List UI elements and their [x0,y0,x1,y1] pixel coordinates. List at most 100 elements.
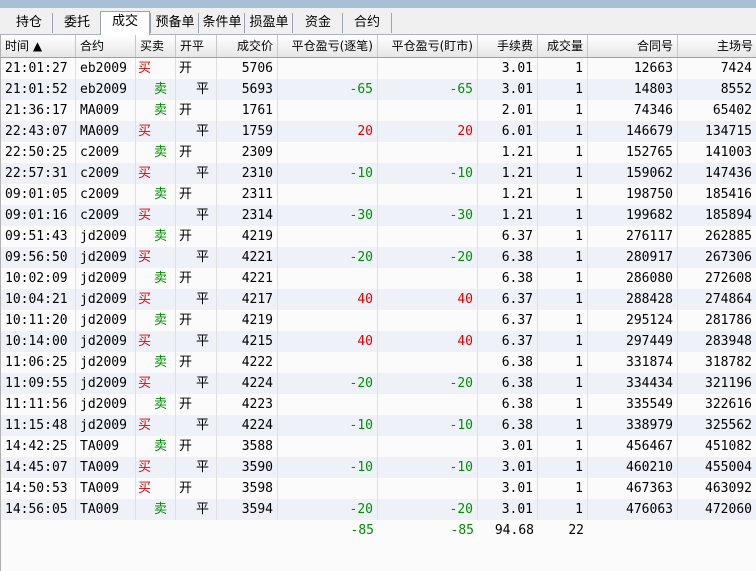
table-row[interactable]: 11:06:25 jd2009 卖开 4222 6.38 1 331874 318782 [1,352,756,373]
tab-conditional-orders[interactable]: 条件单 [198,13,245,33]
col-header-qty[interactable]: 成交量 [538,35,588,57]
cell-pnl-trade [278,58,378,79]
table-row[interactable]: 10:04:21 jd2009 买平 4217 40 40 6.37 1 288428 27486… [1,289,756,310]
cell-pnl-mark: -10 [378,457,478,478]
cell-main-no: 322616 [678,394,756,415]
cell-qty: 1 [538,394,588,415]
cell-contract-no: 286080 [588,268,678,289]
cell-pnl-mark [378,436,478,457]
cell-price: 4224 [217,373,278,394]
cell-contract-no: 14803 [588,79,678,100]
table-row[interactable]: 14:50:53 TA009 买开 3598 3.01 1 467363 463092 [1,478,756,499]
cell-qty: 1 [538,58,588,79]
table-row[interactable]: 22:43:07 MA009 买平 1759 20 20 6.01 1 146679 134715 [1,121,756,142]
cell-price: 1761 [217,100,278,121]
table-row[interactable]: 10:14:00 jd2009 买平 4215 40 40 6.37 1 297449 28394… [1,331,756,352]
cell-main-no: 274864 [678,289,756,310]
table-row[interactable]: 09:01:16 c2009 买平 2314 -30 -30 1.21 1 199682 1858… [1,205,756,226]
cell-time: 14:45:07 [1,457,76,478]
cell-pnl-mark: -65 [378,79,478,100]
tab-bar: 持仓 委托 成交 预备单 条件单 损盈单 资金 合约 [0,8,756,36]
cell-side: 买 [136,247,176,268]
cell-pnl-mark [378,142,478,163]
table-row[interactable]: 22:50:25 c2009 卖开 2309 1.21 1 152765 141003 [1,142,756,163]
tab-positions[interactable]: 持仓 [6,13,52,33]
cell-pnl-trade [278,226,378,247]
col-header-side[interactable]: 买卖 [136,35,176,57]
col-header-time[interactable]: 时间 ▲ [1,35,76,57]
table-row[interactable]: 11:11:56 jd2009 卖开 4223 6.38 1 335549 322616 [1,394,756,415]
cell-main-no: 272608 [678,268,756,289]
cell-open-close: 开 [176,100,217,121]
total-pnl-mark: -85 [450,523,474,538]
cell-contract: MA009 [76,100,136,121]
cell-side: 买 [136,373,176,394]
col-header-contract[interactable]: 合约 [76,35,136,57]
table-row[interactable]: 21:36:17 MA009 卖开 1761 2.01 1 74346 65402 [1,100,756,121]
table-row[interactable]: 09:01:05 c2009 卖开 2311 1.21 1 198750 185416 [1,184,756,205]
col-header-main-no[interactable]: 主场号 [678,35,756,57]
cell-pnl-trade [278,142,378,163]
cell-contract: jd2009 [76,268,136,289]
total-qty: 22 [568,523,584,538]
cell-price: 2309 [217,142,278,163]
cell-fee: 6.38 [478,247,538,268]
tab-contracts[interactable]: 合约 [342,13,392,33]
cell-fee: 3.01 [478,79,538,100]
col-header-contract-no[interactable]: 合同号 [588,35,678,57]
cell-contract: jd2009 [76,331,136,352]
cell-open-close: 平 [176,373,217,394]
table-row[interactable]: 14:45:07 TA009 买平 3590 -10 -10 3.01 1 460210 4550… [1,457,756,478]
cell-open-close: 平 [176,247,217,268]
cell-main-no: 7424 [678,58,756,79]
cell-fee: 6.37 [478,331,538,352]
table-row[interactable]: 22:57:31 c2009 买平 2310 -10 -10 1.21 1 159062 1474… [1,163,756,184]
cell-price: 3590 [217,457,278,478]
cell-fee: 3.01 [478,58,538,79]
table-row[interactable]: 21:01:52 eb2009 卖平 5693 -65 -65 3.01 1 14803 8552 [1,79,756,100]
cell-open-close: 平 [176,499,217,520]
col-header-pnl-trade[interactable]: 平仓盈亏(逐笔) [278,35,378,57]
table-row[interactable]: 21:01:27 eb2009 买开 5706 3.01 1 12663 7424 [1,58,756,79]
cell-open-close: 开 [176,142,217,163]
cell-qty: 1 [538,457,588,478]
cell-side: 卖 [136,184,176,205]
cell-time: 14:42:25 [1,436,76,457]
cell-time: 11:06:25 [1,352,76,373]
col-header-pnl-mark[interactable]: 平仓盈亏(盯市) [378,35,478,57]
tab-prepared-orders[interactable]: 预备单 [150,13,199,33]
cell-qty: 1 [538,436,588,457]
table-row[interactable]: 10:02:09 jd2009 卖开 4221 6.38 1 286080 272608 [1,268,756,289]
cell-pnl-mark: -20 [378,247,478,268]
cell-pnl-mark: -20 [378,373,478,394]
cell-pnl-trade [278,436,378,457]
table-row[interactable]: 09:56:50 jd2009 买平 4221 -20 -20 6.38 1 280917 267… [1,247,756,268]
cell-contract-no: 338979 [588,415,678,436]
table-row[interactable]: 14:42:25 TA009 卖开 3588 3.01 1 456467 451082 [1,436,756,457]
table-row[interactable]: 14:56:05 TA009 卖平 3594 -20 -20 3.01 1 476063 4720… [1,499,756,520]
cell-open-close: 平 [176,415,217,436]
tab-orders[interactable]: 委托 [52,13,101,33]
cell-side: 卖 [136,142,176,163]
cell-pnl-trade: -20 [278,499,378,520]
table-row[interactable]: 11:15:48 jd2009 买平 4224 -10 -10 6.38 1 338979 325… [1,415,756,436]
cell-pnl-trade: -20 [278,247,378,268]
tab-stop-profit-orders[interactable]: 损盈单 [244,13,293,33]
cell-open-close: 开 [176,394,217,415]
col-header-fee[interactable]: 手续费 [478,35,538,57]
cell-time: 22:43:07 [1,121,76,142]
cell-contract: c2009 [76,163,136,184]
tab-funds[interactable]: 资金 [292,13,343,33]
cell-qty: 1 [538,478,588,499]
tab-trades[interactable]: 成交 [100,11,150,36]
col-header-open-close[interactable]: 开平 [176,35,217,57]
table-row[interactable]: 11:09:55 jd2009 买平 4224 -20 -20 6.38 1 334434 321… [1,373,756,394]
col-header-price[interactable]: 成交价 [217,35,278,57]
cell-price: 2310 [217,163,278,184]
cell-contract-no: 74346 [588,100,678,121]
table-row[interactable]: 09:51:43 jd2009 卖开 4219 6.37 1 276117 262885 [1,226,756,247]
cell-price: 4221 [217,268,278,289]
cell-side: 买 [136,331,176,352]
table-row[interactable]: 10:11:20 jd2009 卖开 4219 6.37 1 295124 281786 [1,310,756,331]
cell-price: 4217 [217,289,278,310]
